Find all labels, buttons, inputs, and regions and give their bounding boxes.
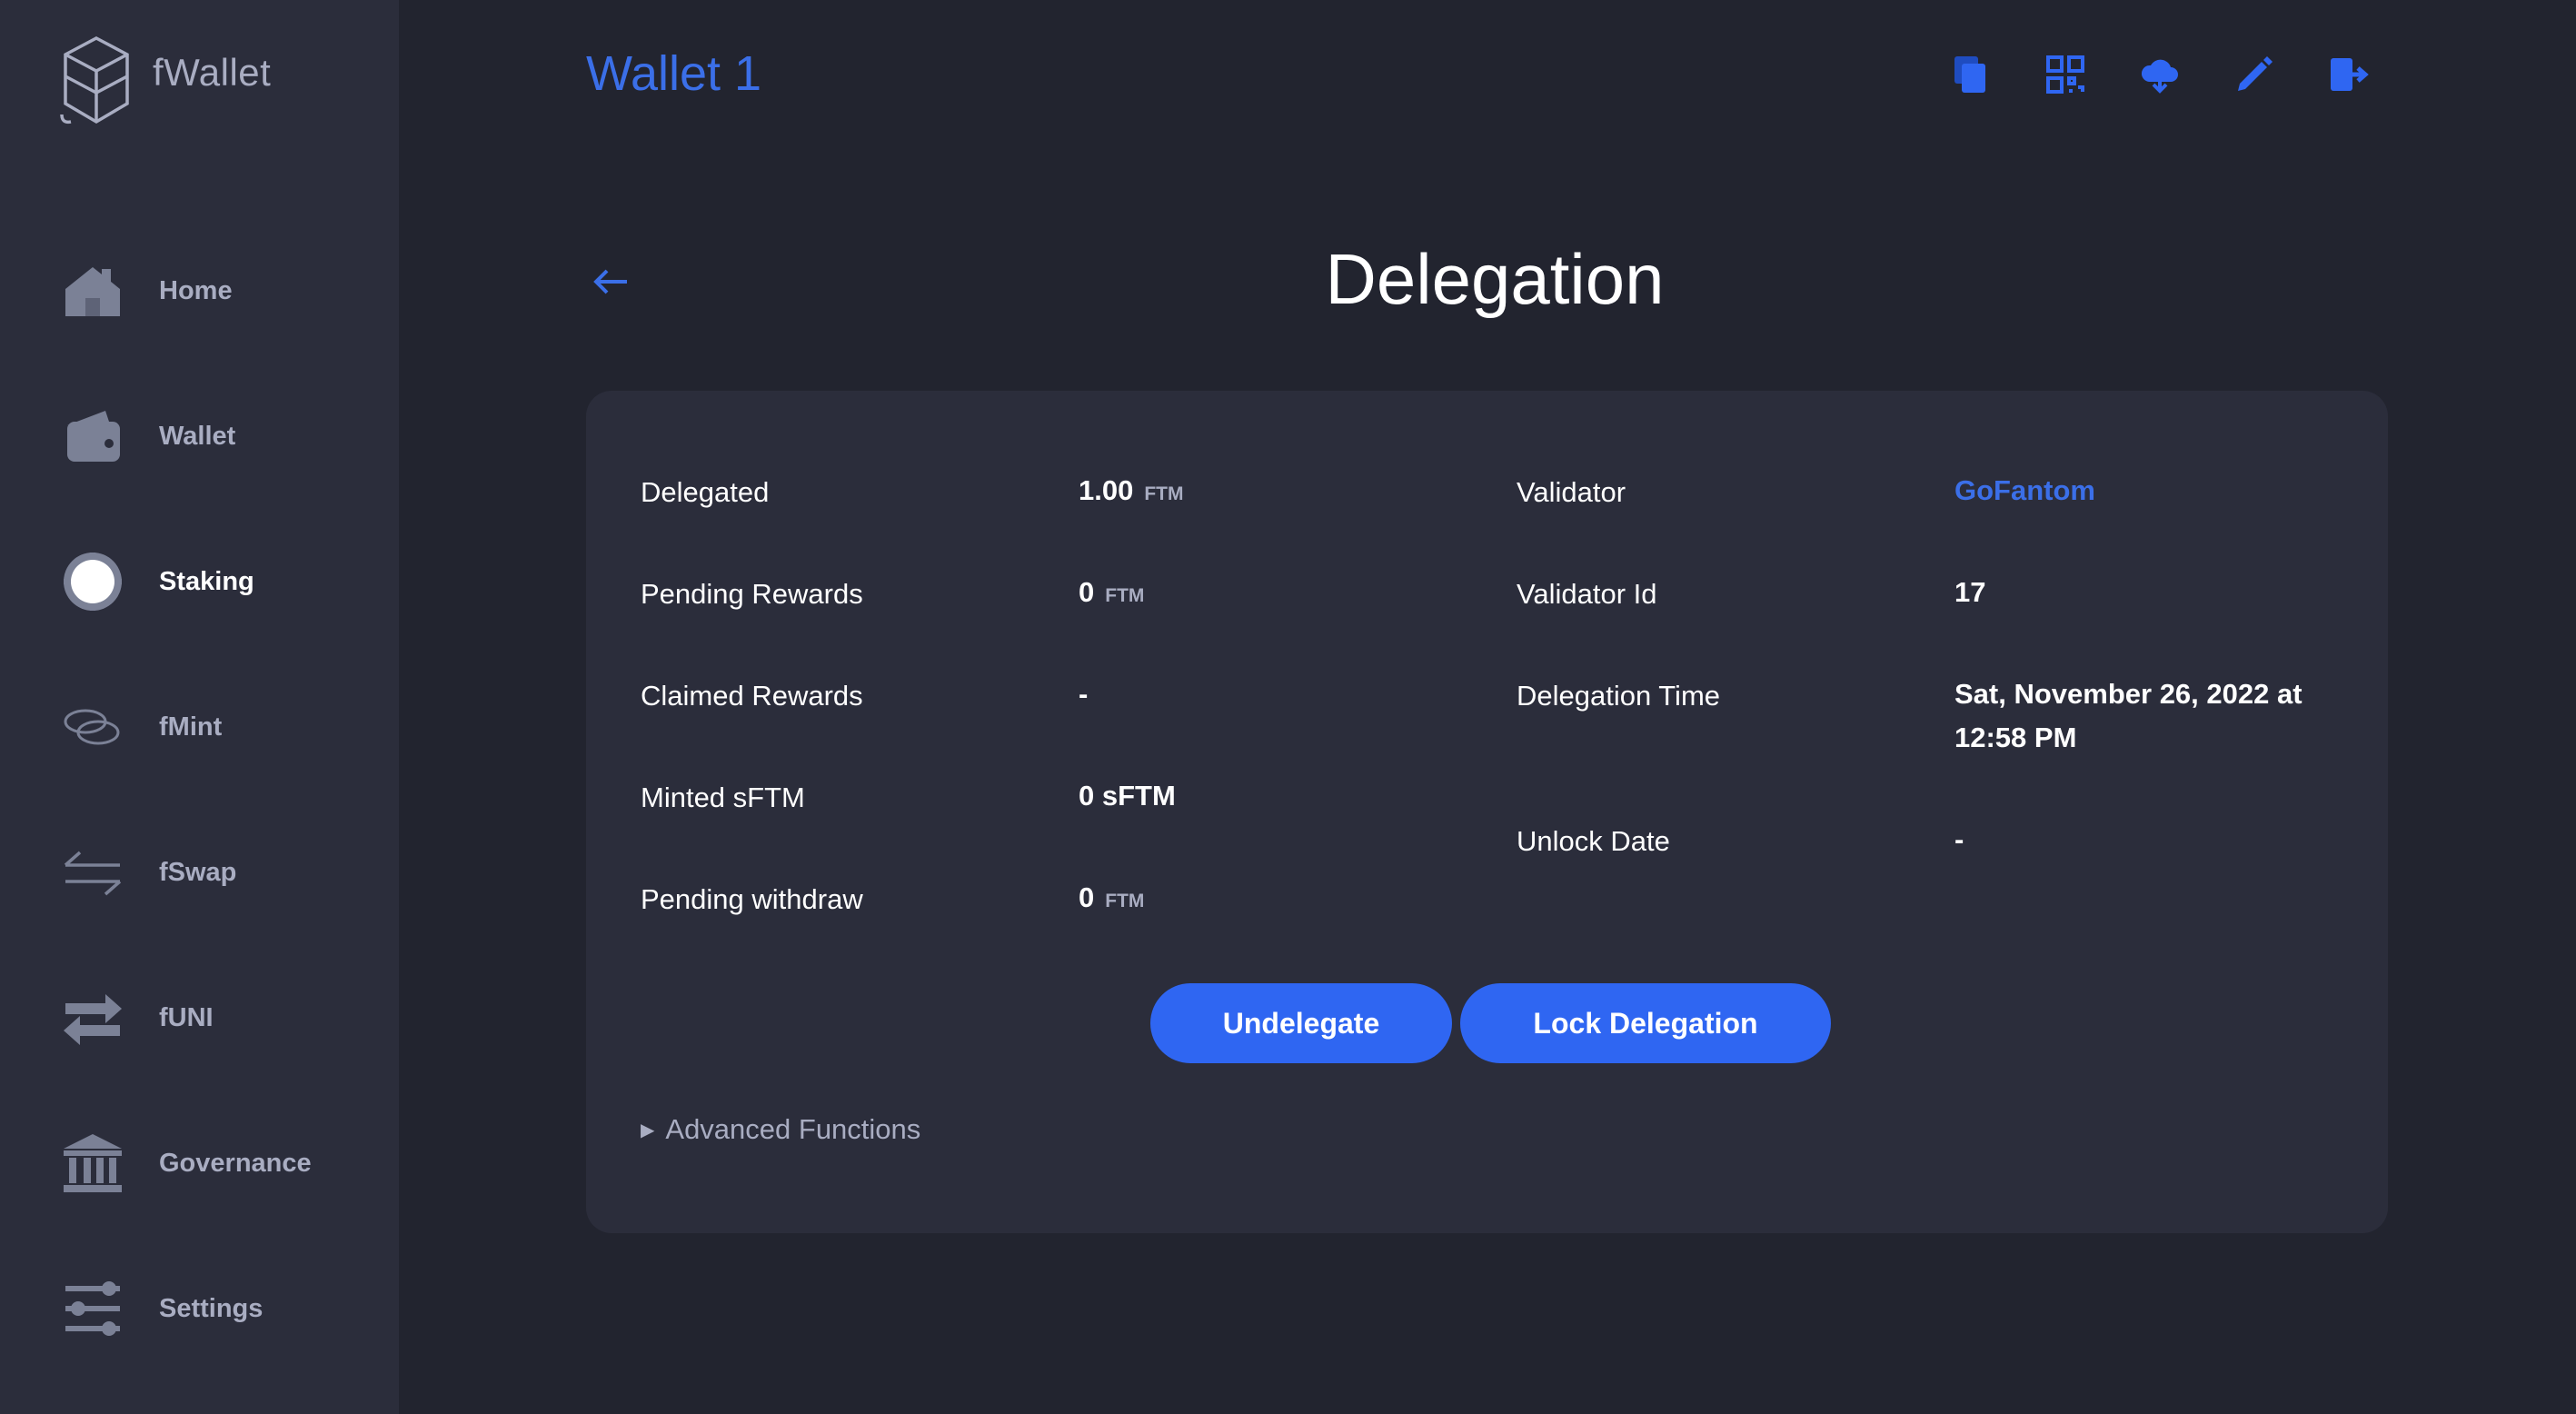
sidebar-item-label: Staking	[159, 566, 254, 596]
pending-withdraw-amount: 0	[1079, 881, 1095, 913]
validator-id-value: 17	[1954, 576, 1986, 608]
delegation-time-line1: Sat, November 26, 2022 at	[1954, 678, 2302, 710]
undelegate-button[interactable]: Undelegate	[1150, 983, 1452, 1063]
minted-sftm-label: Minted sFTM	[641, 782, 805, 813]
pending-withdraw-label: Pending withdraw	[641, 883, 863, 915]
page-title: Delegation	[1325, 239, 1665, 319]
lock-delegation-button[interactable]: Lock Delegation	[1460, 983, 1831, 1063]
sidebar-item-label: Governance	[159, 1148, 312, 1178]
delegated-label: Delegated	[641, 476, 770, 508]
sidebar-item-funi[interactable]: fUNI	[0, 963, 399, 1072]
unlock-date-label: Unlock Date	[1517, 825, 1670, 857]
edit-icon[interactable]	[2233, 53, 2276, 96]
delegation-time-value: Sat, November 26, 2022 at 12:58 PM	[1954, 672, 2302, 760]
validator-link[interactable]: GoFantom	[1954, 469, 2095, 513]
wallet-title[interactable]: Wallet 1	[586, 45, 761, 102]
delegated-value: 1.00 FTM	[1079, 469, 1184, 516]
sidebar-item-label: fSwap	[159, 857, 237, 887]
pending-rewards-label: Pending Rewards	[641, 578, 863, 610]
staking-icon	[62, 551, 124, 612]
sidebar-item-label: fUNI	[159, 1002, 214, 1032]
header-actions	[1949, 53, 2422, 96]
sidebar-item-label: Wallet	[159, 421, 236, 451]
sidebar-item-fswap[interactable]: fSwap	[0, 818, 399, 927]
settings-icon	[62, 1278, 124, 1339]
copy-icon[interactable]	[1949, 53, 1993, 96]
sidebar-item-label: Home	[159, 275, 233, 305]
cloud-download-icon[interactable]	[2138, 53, 2182, 96]
validator-label: Validator	[1517, 476, 1626, 508]
fswap-icon	[62, 841, 124, 903]
sidebar-item-label: Settings	[159, 1293, 264, 1323]
validator-id-label: Validator Id	[1517, 578, 1657, 610]
delegated-amount: 1.00	[1079, 474, 1134, 506]
fantom-logo-icon	[60, 36, 129, 124]
wallet-icon	[62, 405, 124, 467]
fmint-icon	[62, 696, 124, 758]
sidebar-item-label: fMint	[159, 712, 223, 742]
app-root: fWallet Home Wallet Staking fMint fSwap …	[0, 0, 2576, 1414]
qr-code-icon[interactable]	[2044, 53, 2087, 96]
delegation-card: Delegated 1.00 FTM Pending Rewards 0 FTM C…	[586, 391, 2388, 1233]
minted-sftm-value: 0 sFTM	[1079, 780, 1176, 812]
unlock-date-value: -	[1954, 823, 1964, 855]
pending-rewards-amount: 0	[1079, 576, 1095, 608]
logout-icon[interactable]	[2327, 53, 2371, 96]
sidebar-item-wallet[interactable]: Wallet	[0, 382, 399, 491]
sidebar-item-governance[interactable]: Governance	[0, 1109, 399, 1218]
sidebar-item-staking[interactable]: Staking	[0, 527, 399, 636]
pending-rewards-value: 0 FTM	[1079, 571, 1144, 618]
governance-icon	[62, 1132, 124, 1194]
pending-withdraw-unit: FTM	[1105, 891, 1145, 911]
advanced-functions-label: Advanced Functions	[665, 1113, 921, 1145]
sidebar-item-home[interactable]: Home	[0, 236, 399, 345]
pending-rewards-unit: FTM	[1105, 585, 1145, 606]
claimed-rewards-label: Claimed Rewards	[641, 680, 863, 712]
sidebar: fWallet Home Wallet Staking fMint fSwap …	[0, 0, 399, 1414]
advanced-functions-toggle[interactable]: ▶ Advanced Functions	[641, 1113, 920, 1146]
home-icon	[62, 260, 124, 322]
app-logo[interactable]: fWallet	[58, 35, 271, 129]
claimed-rewards-value: -	[1079, 678, 1089, 710]
arrow-left-icon	[593, 269, 627, 294]
triangle-right-icon: ▶	[641, 1120, 655, 1140]
delegation-time-line2: 12:58 PM	[1954, 722, 2077, 753]
sidebar-item-settings[interactable]: Settings	[0, 1254, 399, 1363]
pending-withdraw-value: 0 FTM	[1079, 876, 1144, 923]
delegation-time-label: Delegation Time	[1517, 680, 1721, 712]
app-name: fWallet	[153, 51, 272, 94]
funi-icon	[62, 987, 124, 1049]
sidebar-item-fmint[interactable]: fMint	[0, 672, 399, 782]
delegated-unit: FTM	[1144, 483, 1184, 504]
back-button[interactable]	[591, 262, 631, 302]
